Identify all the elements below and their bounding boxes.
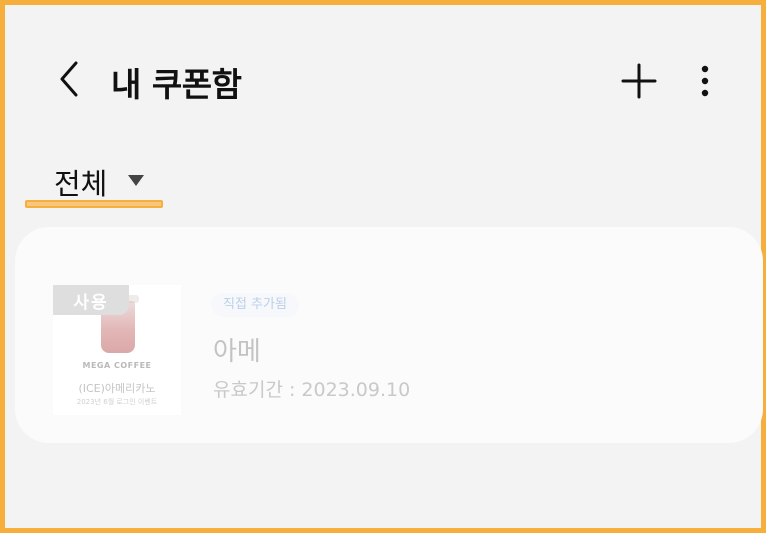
more-options-button[interactable] — [690, 59, 720, 103]
thumbnail-product: (ICE)아메리카노 — [78, 382, 156, 395]
thumbnail-brand: MEGA COFFEE — [82, 361, 152, 370]
plus-icon — [621, 63, 657, 99]
filter-underline — [25, 200, 163, 208]
source-tag: 직접 추가됨 — [211, 293, 299, 317]
chevron-left-icon — [60, 61, 78, 97]
back-button[interactable] — [51, 59, 87, 99]
page-title: 내 쿠폰함 — [111, 65, 242, 104]
caret-down-icon — [128, 175, 144, 186]
category-filter-dropdown[interactable]: 전체 — [25, 157, 163, 209]
thumbnail-subtitle: 2023년 6월 로그인 이벤트 — [76, 398, 158, 406]
status-badge: 사용 — [53, 285, 129, 315]
coupon-card[interactable]: MEGA COFFEE (ICE)아메리카노 2023년 6월 로그인 이벤트 … — [15, 227, 763, 443]
top-app-bar: 내 쿠폰함 — [5, 5, 761, 155]
coupon-name: 아메 — [213, 337, 261, 367]
app-frame: 내 쿠폰함 전체 MEGA COFFEE (ICE)아메리카노 2023년 6월… — [0, 0, 766, 533]
coupon-expiry: 유효기간 : 2023.09.10 — [213, 379, 411, 401]
add-coupon-button[interactable] — [617, 59, 661, 103]
more-vertical-icon — [701, 65, 709, 97]
filter-selected-label: 전체 — [54, 167, 108, 201]
